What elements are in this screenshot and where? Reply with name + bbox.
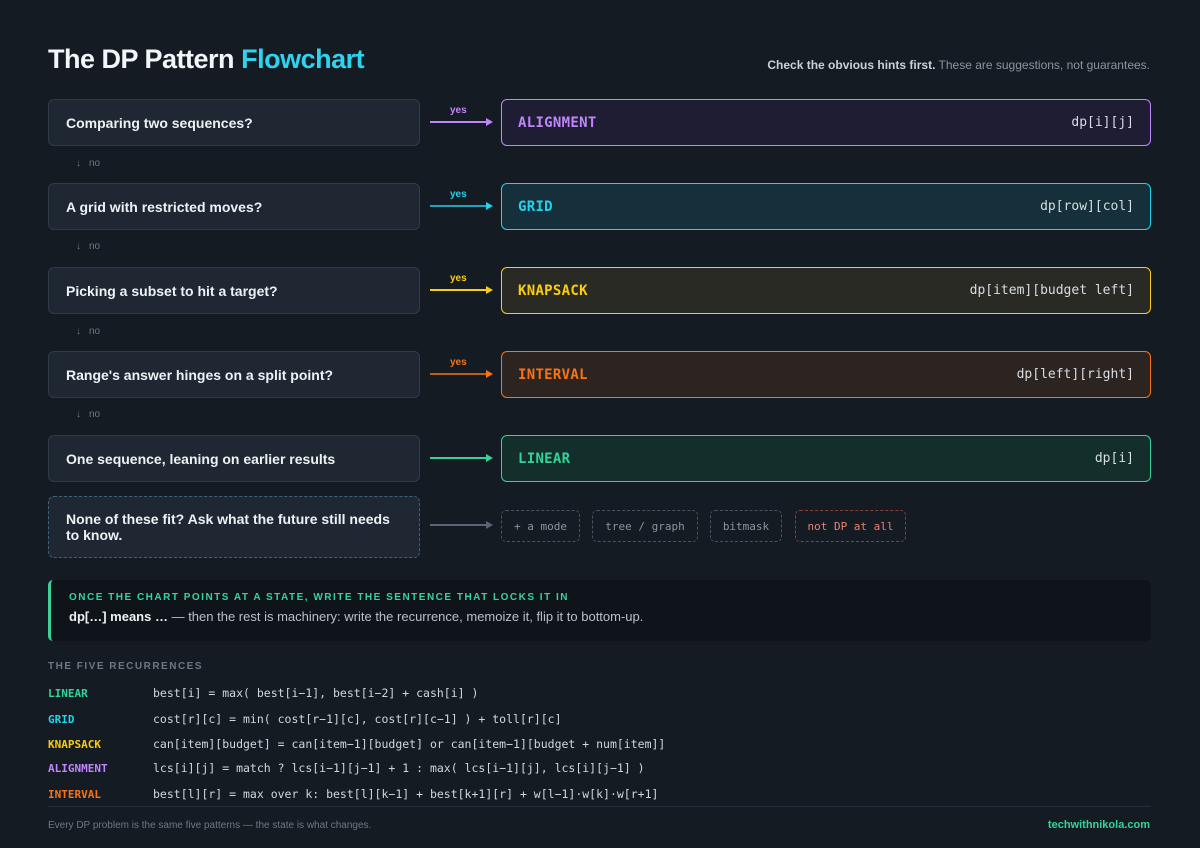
arrow-icon-alignment bbox=[430, 118, 493, 126]
no-label-1: no bbox=[89, 158, 101, 169]
recurrences-heading: THE FIVE RECURRENCES bbox=[48, 661, 204, 672]
question-box-grid: A grid with restricted moves? bbox=[48, 183, 420, 230]
title-main: The DP Pattern bbox=[48, 44, 235, 74]
question-box-linear: One sequence, leaning on earlier results bbox=[48, 435, 420, 482]
answer-name-linear: LINEAR bbox=[518, 450, 571, 467]
answer-box-grid: GRID dp[row][col] bbox=[501, 183, 1151, 230]
chip-not-dp: not DP at all bbox=[795, 510, 906, 542]
no-branch-3: ↓ no bbox=[76, 326, 100, 337]
answer-name-grid: GRID bbox=[518, 198, 553, 215]
state-signature-knapsack: dp[item][budget left] bbox=[969, 283, 1134, 298]
recurrence-row-knapsack: KNAPSACK can[item][budget] = can[item−1]… bbox=[48, 736, 665, 752]
recurrence-name-grid: GRID bbox=[48, 712, 75, 726]
answer-name-knapsack: KNAPSACK bbox=[518, 282, 588, 299]
chip-bitmask: bitmask bbox=[710, 510, 782, 542]
answer-box-knapsack: KNAPSACK dp[item][budget left] bbox=[501, 267, 1151, 314]
chip-tree-graph: tree / graph bbox=[592, 510, 698, 542]
recurrence-name-knapsack: KNAPSACK bbox=[48, 737, 101, 751]
recurrence-row-linear: LINEAR best[i] = max( best[i−1], best[i−… bbox=[48, 685, 478, 701]
footer-site-link[interactable]: techwithnikola.com bbox=[1048, 819, 1150, 831]
no-branch-1: ↓ no bbox=[76, 158, 100, 169]
answer-box-linear: LINEAR dp[i] bbox=[501, 435, 1151, 482]
callout-rest: — then the rest is machinery: write the … bbox=[167, 609, 644, 624]
yes-label-alignment: yes bbox=[450, 105, 467, 116]
no-label-2: no bbox=[89, 241, 101, 252]
down-arrow-icon: ↓ bbox=[76, 326, 81, 337]
arrow-icon-knapsack bbox=[430, 286, 493, 294]
recurrence-row-grid: GRID cost[r][c] = min( cost[r−1][c], cos… bbox=[48, 711, 562, 727]
no-label-4: no bbox=[89, 409, 101, 420]
down-arrow-icon: ↓ bbox=[76, 409, 81, 420]
subtitle-bold: Check the obvious hints first. bbox=[767, 58, 936, 72]
state-signature-alignment: dp[i][j] bbox=[1071, 115, 1134, 130]
callout-body: dp[…] means … — then the rest is machine… bbox=[69, 609, 1133, 624]
down-arrow-icon: ↓ bbox=[76, 158, 81, 169]
question-box-alignment: Comparing two sequences? bbox=[48, 99, 420, 146]
recurrence-formula-grid: cost[r][c] = min( cost[r−1][c], cost[r][… bbox=[153, 712, 562, 726]
arrow-icon-interval bbox=[430, 370, 493, 378]
recurrence-formula-linear: best[i] = max( best[i−1], best[i−2] + ca… bbox=[153, 686, 479, 700]
answer-name-alignment: ALIGNMENT bbox=[518, 114, 597, 131]
subtitle-rest: These are suggestions, not guarantees. bbox=[935, 58, 1150, 72]
recurrence-formula-alignment: lcs[i][j] = match ? lcs[i−1][j−1] + 1 : … bbox=[153, 761, 645, 775]
answer-box-alignment: ALIGNMENT dp[i][j] bbox=[501, 99, 1151, 146]
yes-label-interval: yes bbox=[450, 357, 467, 368]
state-signature-grid: dp[row][col] bbox=[1040, 199, 1134, 214]
state-callout: ONCE THE CHART POINTS AT A STATE, WRITE … bbox=[48, 580, 1151, 641]
answer-box-interval: INTERVAL dp[left][right] bbox=[501, 351, 1151, 398]
no-branch-4: ↓ no bbox=[76, 409, 100, 420]
footer-tagline: Every DP problem is the same five patter… bbox=[48, 820, 372, 831]
yes-label-knapsack: yes bbox=[450, 273, 467, 284]
question-box-knapsack: Picking a subset to hit a target? bbox=[48, 267, 420, 314]
recurrence-row-interval: INTERVAL best[l][r] = max over k: best[l… bbox=[48, 786, 658, 802]
callout-heading: ONCE THE CHART POINTS AT A STATE, WRITE … bbox=[69, 592, 569, 603]
page-title: The DP Pattern Flowchart bbox=[48, 44, 365, 75]
no-label-3: no bbox=[89, 326, 101, 337]
question-box-interval: Range's answer hinges on a split point? bbox=[48, 351, 420, 398]
recurrence-row-alignment: ALIGNMENT lcs[i][j] = match ? lcs[i−1][j… bbox=[48, 760, 645, 776]
recurrence-formula-knapsack: can[item][budget] = can[item−1][budget] … bbox=[153, 737, 666, 751]
recurrence-name-linear: LINEAR bbox=[48, 686, 88, 700]
arrow-icon-grid bbox=[430, 202, 493, 210]
recurrence-name-interval: INTERVAL bbox=[48, 787, 101, 801]
yes-label-grid: yes bbox=[450, 189, 467, 200]
title-accent: Flowchart bbox=[241, 44, 365, 74]
state-signature-linear: dp[i] bbox=[1094, 451, 1134, 466]
callout-lead: dp[…] means … bbox=[69, 609, 168, 624]
chip-add-mode: + a mode bbox=[501, 510, 580, 542]
arrow-icon-linear bbox=[430, 454, 493, 462]
page-subtitle: Check the obvious hints first. These are… bbox=[767, 58, 1150, 72]
question-box-fallback: None of these fit? Ask what the future s… bbox=[48, 496, 420, 558]
no-branch-2: ↓ no bbox=[76, 241, 100, 252]
footer-divider bbox=[48, 806, 1151, 807]
down-arrow-icon: ↓ bbox=[76, 241, 81, 252]
arrow-icon-fallback bbox=[430, 521, 493, 529]
recurrence-name-alignment: ALIGNMENT bbox=[48, 761, 108, 775]
state-signature-interval: dp[left][right] bbox=[1016, 367, 1134, 382]
recurrence-formula-interval: best[l][r] = max over k: best[l][k−1] + … bbox=[153, 787, 659, 801]
answer-name-interval: INTERVAL bbox=[518, 366, 588, 383]
